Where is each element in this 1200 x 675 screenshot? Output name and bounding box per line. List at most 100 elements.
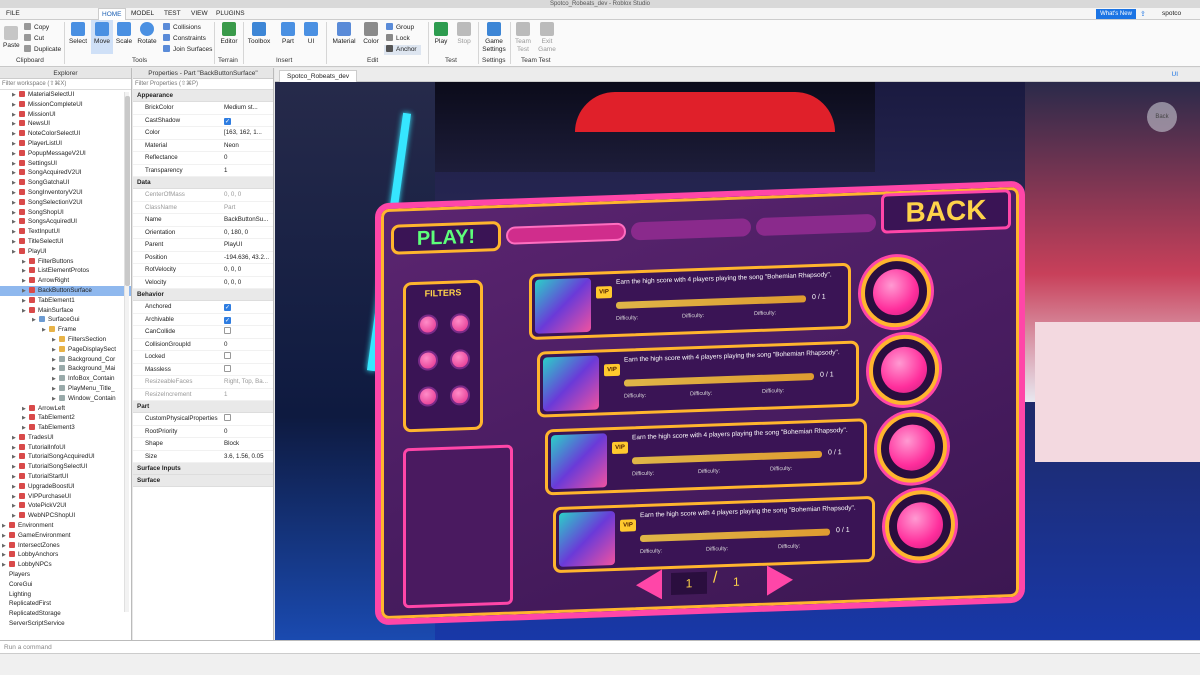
property-value[interactable]: 0 (224, 339, 272, 352)
mission-play-button-face[interactable] (881, 346, 927, 394)
expand-arrow-icon[interactable]: ▶ (12, 199, 19, 208)
filter-button-6[interactable] (450, 385, 470, 406)
tree-item[interactable]: ▶ TabElement3 (0, 423, 131, 433)
tree-item[interactable]: ▶ SongShopUI (0, 208, 131, 218)
tree-item[interactable]: ▶ MainSurface (0, 306, 131, 316)
property-value[interactable]: -194.636, 43.2... (224, 252, 272, 265)
property-row[interactable]: Material Neon (133, 140, 273, 153)
share-icon[interactable]: ⇪ (1140, 10, 1146, 18)
tree-item[interactable]: ▶ TutorialStartUI (0, 472, 131, 482)
expand-arrow-icon[interactable]: ▶ (22, 258, 29, 267)
tree-item[interactable]: ▶ MaterialSelectUI (0, 90, 131, 100)
tree-item[interactable]: ▶ WebNPCShopUI (0, 511, 131, 521)
expand-arrow-icon[interactable]: ▶ (2, 532, 9, 541)
tree-item[interactable]: ▶ FilterButtons (0, 257, 131, 267)
part-button[interactable]: Part (278, 22, 298, 45)
property-row[interactable]: ClassName Part (133, 202, 273, 215)
expand-arrow-icon[interactable]: ▶ (22, 297, 29, 306)
expand-arrow-icon[interactable]: ▶ (12, 218, 19, 227)
tree-item[interactable]: ▶ MissionUI (0, 110, 131, 120)
expand-arrow-icon[interactable]: ▶ (52, 385, 59, 394)
expand-arrow-icon[interactable]: ▶ (2, 522, 9, 531)
tree-item[interactable]: ▶ InfoBox_Contain (0, 374, 131, 384)
expand-arrow-icon[interactable]: ▶ (12, 493, 19, 502)
property-value[interactable]: 0, 180, 0 (224, 227, 272, 240)
tree-item[interactable]: ▶ FiltersSection (0, 335, 131, 345)
property-value[interactable]: Part (224, 202, 272, 215)
property-row[interactable]: Orientation 0, 180, 0 (133, 227, 273, 240)
tree-item[interactable]: ▶ ArrowRight (0, 276, 131, 286)
play-button[interactable]: Play (432, 22, 450, 45)
menu-home[interactable]: HOME (98, 8, 126, 20)
property-value[interactable]: 3.6, 1.56, 0.05 (224, 451, 272, 464)
mission-play-button[interactable] (885, 489, 955, 562)
constraints-toggle[interactable]: Constraints (163, 34, 206, 44)
mission-play-button-face[interactable] (873, 268, 919, 316)
expand-arrow-icon[interactable]: ▶ (52, 336, 59, 345)
expand-arrow-icon[interactable]: ▶ (22, 287, 29, 296)
tab-element-1[interactable] (506, 222, 626, 245)
property-row[interactable]: Reflectance 0 (133, 152, 273, 165)
tree-item[interactable]: ▶ Frame (0, 325, 131, 335)
expand-arrow-icon[interactable]: ▶ (52, 346, 59, 355)
color-button[interactable]: Color (360, 22, 382, 45)
filter-button-2[interactable] (450, 313, 470, 334)
collisions-toggle[interactable]: Collisions (163, 23, 201, 33)
property-value[interactable]: Neon (224, 140, 272, 153)
expand-arrow-icon[interactable]: ▶ (12, 179, 19, 188)
tree-item[interactable]: ReplicatedStorage (0, 609, 131, 619)
property-row[interactable]: Shape Block (133, 438, 273, 451)
tree-item[interactable]: Players (0, 570, 131, 580)
property-category[interactable]: Part (133, 401, 273, 413)
expand-arrow-icon[interactable]: ▶ (22, 277, 29, 286)
rotate-tool-button[interactable]: Rotate (136, 22, 158, 45)
expand-arrow-icon[interactable]: ▶ (22, 414, 29, 423)
stop-button[interactable]: Stop (455, 22, 473, 45)
expand-arrow-icon[interactable]: ▶ (2, 561, 9, 570)
expand-arrow-icon[interactable]: ▶ (2, 551, 9, 560)
tree-item[interactable]: ▶ SongSelectionV2UI (0, 198, 131, 208)
property-checkbox[interactable] (224, 364, 231, 372)
property-row[interactable]: Archivable ✓ (133, 314, 273, 326)
property-row[interactable]: Size 3.6, 1.56, 0.05 (133, 451, 273, 464)
tree-item[interactable]: ▶ PlayerListUI (0, 139, 131, 149)
tree-item[interactable]: ▶ Window_Contain (0, 394, 131, 404)
tree-item[interactable]: ▶ VIPPurchaseUI (0, 492, 131, 502)
expand-arrow-icon[interactable]: ▶ (12, 444, 19, 453)
menu-test[interactable]: TEST (161, 8, 184, 20)
tree-item[interactable]: ▶ ListElementProtos (0, 266, 131, 276)
property-value[interactable]: 0, 0, 0 (224, 264, 272, 277)
tree-item[interactable]: ▶ BackButtonSurface (0, 285, 131, 296)
explorer-filter-input[interactable]: Filter workspace (⇧⌘X) (0, 79, 131, 90)
tree-item[interactable]: ▶ LobbyAnchors (0, 550, 131, 560)
tree-item[interactable]: ▶ ArrowLeft (0, 404, 131, 414)
property-value[interactable]: Right, Top, Ba... (224, 376, 272, 389)
expand-arrow-icon[interactable]: ▶ (2, 542, 9, 551)
tree-item[interactable]: ▶ PlayMenu_Title_ (0, 384, 131, 394)
property-category[interactable]: Surface (133, 475, 273, 487)
expand-arrow-icon[interactable]: ▶ (12, 434, 19, 443)
expand-arrow-icon[interactable]: ▶ (52, 356, 59, 365)
cut-button[interactable]: Cut (24, 34, 44, 44)
property-row[interactable]: ResizeableFaces Right, Top, Ba... (133, 376, 273, 389)
menu-model[interactable]: MODEL (128, 8, 157, 20)
game-scene[interactable]: Back PLAY! BACK FILTERS VIP Earn the high… (275, 82, 1200, 640)
tree-item[interactable]: ▶ SongsAcquiredUI (0, 217, 131, 227)
join-surfaces-toggle[interactable]: Join Surfaces (163, 45, 212, 55)
expand-arrow-icon[interactable]: ▶ (42, 326, 49, 335)
expand-arrow-icon[interactable]: ▶ (12, 453, 19, 462)
menu-view[interactable]: VIEW (188, 8, 211, 20)
property-row[interactable]: RotVelocity 0, 0, 0 (133, 264, 273, 277)
tree-item[interactable]: ReplicatedFirst (0, 599, 131, 609)
property-value[interactable]: BackButtonSu... (224, 214, 272, 227)
viewport-3d[interactable]: Spotco_Robeats_dev UI Back PLAY! BACK FI… (275, 68, 1200, 640)
filter-button-1[interactable] (418, 314, 438, 335)
tree-item[interactable]: ▶ SongGatchaUI (0, 178, 131, 188)
expand-arrow-icon[interactable]: ▶ (12, 189, 19, 198)
tab-element-3[interactable] (756, 213, 876, 237)
tree-item[interactable]: ▶ LobbyNPCs (0, 560, 131, 570)
duplicate-button[interactable]: Duplicate (24, 45, 61, 55)
filter-button-3[interactable] (418, 350, 438, 371)
lock-button[interactable]: Lock (386, 34, 410, 44)
expand-arrow-icon[interactable]: ▶ (12, 512, 19, 521)
